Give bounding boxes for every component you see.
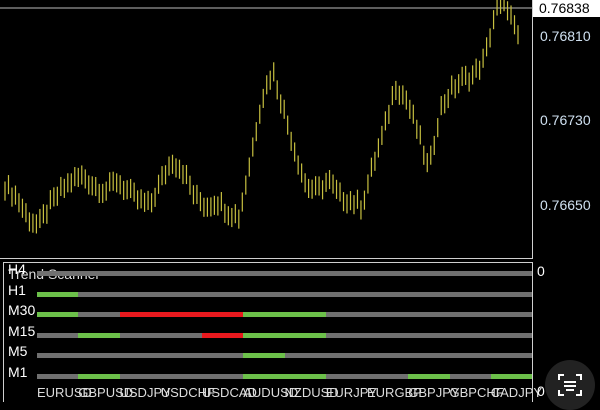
- price-chart[interactable]: [0, 0, 533, 259]
- timeframe-label: H1: [8, 281, 26, 298]
- trend-up-segment[interactable]: [78, 373, 120, 379]
- trend-down-segment[interactable]: [119, 312, 161, 317]
- price-tick: 0.76650: [540, 197, 591, 213]
- timeframe-label: M5: [8, 343, 28, 359]
- price-tick: 0.76730: [540, 112, 591, 128]
- trend-up-segment[interactable]: [408, 373, 450, 379]
- trend-down-segment[interactable]: [202, 332, 244, 338]
- trend-up-segment[interactable]: [284, 332, 326, 338]
- timeframe-label: H4: [8, 261, 26, 277]
- trend-row-m1: [37, 373, 532, 379]
- trend-row-m15: [37, 332, 532, 338]
- trend-row-h1: [37, 291, 532, 297]
- trend-row-h4: [37, 271, 532, 276]
- timeframe-label: M15: [8, 322, 36, 339]
- trend-up-segment[interactable]: [243, 332, 285, 338]
- trend-down-segment[interactable]: [202, 312, 244, 317]
- trend-up-segment[interactable]: [243, 312, 285, 317]
- timeframe-label: M30: [8, 302, 36, 318]
- current-price-label: 0.76838: [533, 0, 600, 17]
- scan-icon: [558, 374, 582, 396]
- timeframe-label: M1: [8, 363, 28, 380]
- trend-row-m5: [37, 353, 532, 358]
- trend-up-segment[interactable]: [243, 353, 285, 358]
- price-bars: [0, 0, 533, 234]
- trend-up-segment[interactable]: [37, 291, 79, 297]
- trend-up-segment[interactable]: [284, 312, 326, 317]
- trend-up-segment[interactable]: [243, 373, 285, 379]
- trend-row-m30: [37, 312, 532, 317]
- trend-up-segment[interactable]: [37, 312, 79, 317]
- trend-down-segment[interactable]: [160, 312, 202, 317]
- scale-zero-top: 0: [537, 263, 545, 279]
- price-tick: 0.76810: [540, 28, 591, 44]
- symbol-label[interactable]: CADJPY: [491, 385, 542, 400]
- trend-up-segment[interactable]: [284, 373, 326, 379]
- scale-zero-bottom: 0: [537, 383, 545, 399]
- trend-up-segment[interactable]: [78, 332, 120, 338]
- trend-up-segment[interactable]: [490, 373, 532, 379]
- scan-button[interactable]: [545, 360, 595, 410]
